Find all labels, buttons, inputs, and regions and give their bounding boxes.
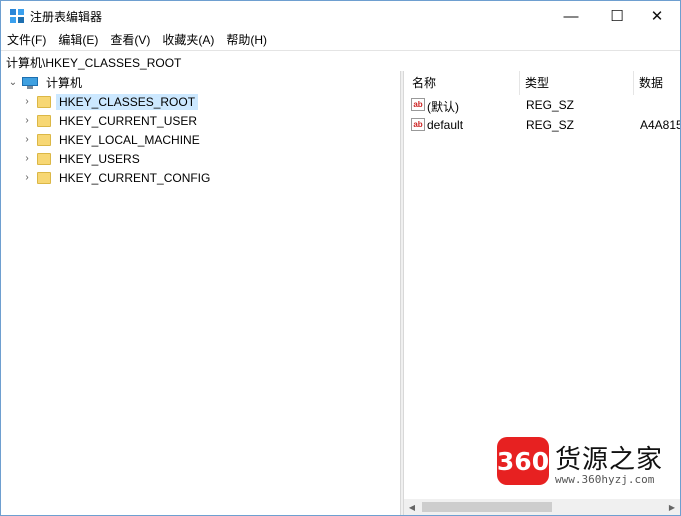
column-separator[interactable] (633, 71, 634, 95)
string-value-icon: ab (411, 118, 425, 131)
watermark-logo: 360 货源之家 www.360hyzj.com (497, 437, 677, 491)
value-name[interactable]: default (427, 118, 463, 132)
key-tree: ⌄ 计算机 › HKEY_CLASSES_ROOT › HKEY_CURRENT… (1, 71, 400, 515)
tree-root-label[interactable]: 计算机 (43, 73, 85, 92)
watermark-url: www.360hyzj.com (555, 473, 655, 486)
tree-root-computer[interactable]: ⌄ 计算机 (7, 73, 85, 92)
window-title: 注册表编辑器 (30, 10, 103, 24)
column-separator[interactable] (519, 71, 520, 95)
address-path[interactable]: 计算机\HKEY_CLASSES_ROOT (6, 54, 181, 71)
collapsed-chevron-icon[interactable]: › (21, 115, 33, 127)
regedit-app-icon (10, 9, 24, 23)
folder-icon (37, 133, 51, 146)
folder-icon (37, 114, 51, 127)
tree-item-label[interactable]: HKEY_CLASSES_ROOT (56, 93, 199, 110)
tree-item-label[interactable]: HKEY_LOCAL_MACHINE (56, 132, 203, 148)
scroll-left-icon[interactable]: ◀ (404, 499, 420, 515)
watermark-title: 货源之家 (555, 445, 664, 475)
tree-item-hkey-users[interactable]: › HKEY_USERS (21, 149, 143, 168)
folder-icon (37, 171, 51, 184)
value-name[interactable]: (默认) (427, 98, 459, 115)
tree-item-label[interactable]: HKEY_USERS (56, 151, 143, 167)
scrollbar-thumb[interactable] (422, 502, 552, 512)
tree-item-label[interactable]: HKEY_CURRENT_CONFIG (56, 170, 213, 186)
collapsed-chevron-icon[interactable]: › (21, 172, 33, 184)
collapsed-chevron-icon[interactable]: › (21, 96, 33, 108)
menu-favorites[interactable]: 收藏夹(A) (156, 31, 220, 50)
folder-icon (37, 152, 51, 165)
folder-icon (37, 95, 51, 108)
value-data: A4A815 (640, 118, 680, 132)
tree-item-hkey-local-machine[interactable]: › HKEY_LOCAL_MACHINE (21, 130, 203, 149)
minimize-button[interactable]: — (548, 1, 594, 31)
expand-chevron-icon[interactable]: ⌄ (7, 77, 19, 89)
column-header-data[interactable]: 数据 (639, 71, 663, 95)
string-value-icon: ab (411, 98, 425, 111)
collapsed-chevron-icon[interactable]: › (21, 153, 33, 165)
column-header-type[interactable]: 类型 (525, 71, 549, 95)
tree-item-hkey-classes-root[interactable]: › HKEY_CLASSES_ROOT (21, 92, 199, 111)
collapsed-chevron-icon[interactable]: › (21, 134, 33, 146)
list-row[interactable]: ab (默认) REG_SZ (409, 95, 680, 115)
tree-item-label[interactable]: HKEY_CURRENT_USER (56, 113, 200, 129)
menu-file[interactable]: 文件(F) (1, 31, 52, 50)
value-type: REG_SZ (526, 98, 575, 112)
scroll-right-icon[interactable]: ▶ (664, 499, 680, 515)
watermark-badge: 360 (497, 437, 549, 485)
menu-bar: 文件(F) 编辑(E) 查看(V) 收藏夹(A) 帮助(H) (1, 31, 680, 50)
menu-edit[interactable]: 编辑(E) (52, 31, 104, 50)
menu-view[interactable]: 查看(V) (104, 31, 156, 50)
menu-help[interactable]: 帮助(H) (220, 31, 273, 50)
tree-item-hkey-current-user[interactable]: › HKEY_CURRENT_USER (21, 111, 200, 130)
computer-icon (22, 76, 38, 89)
tree-item-hkey-current-config[interactable]: › HKEY_CURRENT_CONFIG (21, 168, 213, 187)
horizontal-scrollbar[interactable]: ◀ ▶ (404, 499, 680, 515)
close-button[interactable]: ✕ (634, 1, 680, 31)
column-header-name[interactable]: 名称 (412, 71, 436, 95)
address-bar[interactable]: 计算机\HKEY_CLASSES_ROOT (1, 50, 680, 72)
title-bar: 注册表编辑器 — ☐ ✕ (1, 1, 680, 31)
list-row[interactable]: ab default REG_SZ A4A815 (409, 115, 680, 135)
value-type: REG_SZ (526, 118, 575, 132)
